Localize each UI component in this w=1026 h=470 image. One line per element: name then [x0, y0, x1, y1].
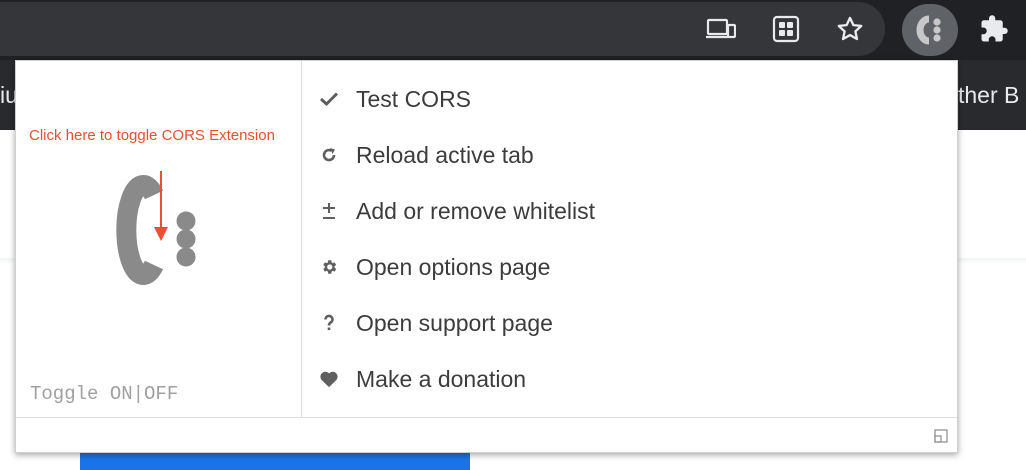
- toggle-panel: Click here to toggle CORS Extension Togg…: [16, 61, 302, 417]
- toggle-on-label: Toggle ON: [30, 383, 133, 405]
- menu-item-label: Open support page: [356, 309, 553, 336]
- menu-item-label: Make a donation: [356, 365, 527, 392]
- cors-extension-icon: [916, 15, 941, 45]
- menu-item-whitelist[interactable]: Add or remove whitelist: [302, 183, 957, 239]
- menu-item-support[interactable]: Open support page: [302, 295, 957, 351]
- gear-icon: [319, 257, 339, 277]
- menu-item-test-cors[interactable]: Test CORS: [302, 71, 957, 127]
- menu-item-options[interactable]: Open options page: [302, 239, 957, 295]
- cast-icon[interactable]: [703, 11, 739, 47]
- tab-search-icon[interactable]: [768, 11, 804, 47]
- popup-footer: [16, 417, 957, 453]
- bookmark-fragment-right[interactable]: ther B: [958, 82, 1019, 109]
- menu-item-donate[interactable]: Make a donation: [302, 351, 957, 407]
- puzzle-icon[interactable]: [976, 11, 1012, 47]
- toggle-separator: |: [132, 383, 145, 405]
- popup-menu: Test CORS Reload active tab Add or remov…: [302, 61, 957, 417]
- toggle-off-label: OFF: [144, 383, 179, 405]
- toggle-hint: Click here to toggle CORS Extension: [29, 127, 275, 144]
- reload-icon: [319, 145, 339, 165]
- heart-icon: [319, 369, 339, 389]
- cors-extension-button[interactable]: [902, 4, 958, 56]
- browser-toolbar: [0, 0, 1026, 60]
- toggle-status[interactable]: Toggle ON|OFF: [30, 383, 178, 405]
- plus-minus-icon: [319, 201, 339, 221]
- address-bar[interactable]: [0, 2, 885, 56]
- menu-item-label: Open options page: [356, 253, 551, 280]
- check-icon: [319, 89, 339, 109]
- resize-handle-icon[interactable]: [934, 429, 948, 443]
- menu-item-label: Add or remove whitelist: [356, 197, 596, 224]
- menu-item-reload-tab[interactable]: Reload active tab: [302, 127, 957, 183]
- star-icon[interactable]: [832, 11, 868, 47]
- cors-extension-popup: Click here to toggle CORS Extension Togg…: [15, 60, 958, 453]
- menu-item-label: Test CORS: [356, 85, 472, 112]
- menu-item-label: Reload active tab: [356, 141, 534, 168]
- cors-toggle-logo-icon[interactable]: [116, 165, 206, 285]
- question-icon: [319, 313, 339, 333]
